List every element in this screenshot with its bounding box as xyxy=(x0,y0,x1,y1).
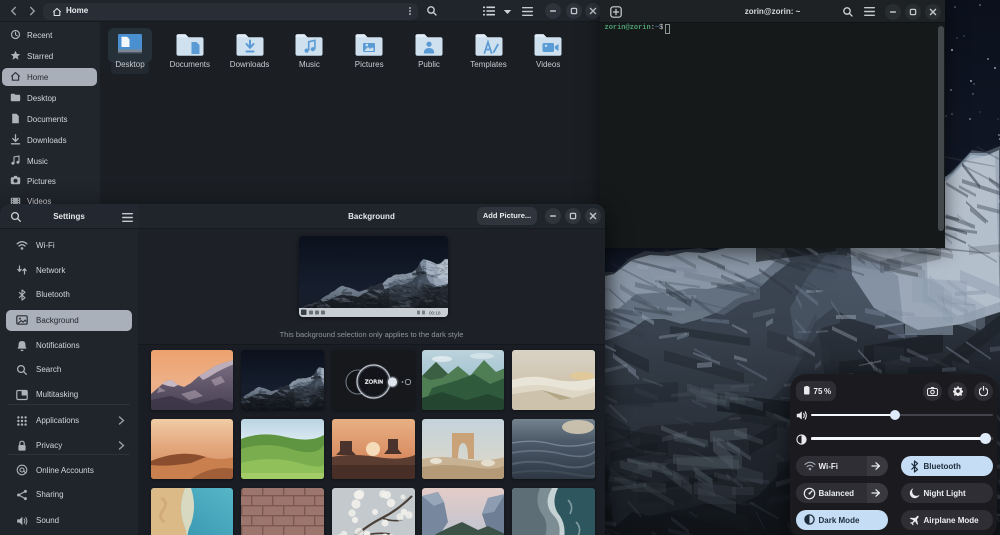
svg-text:00:18: 00:18 xyxy=(429,310,441,315)
